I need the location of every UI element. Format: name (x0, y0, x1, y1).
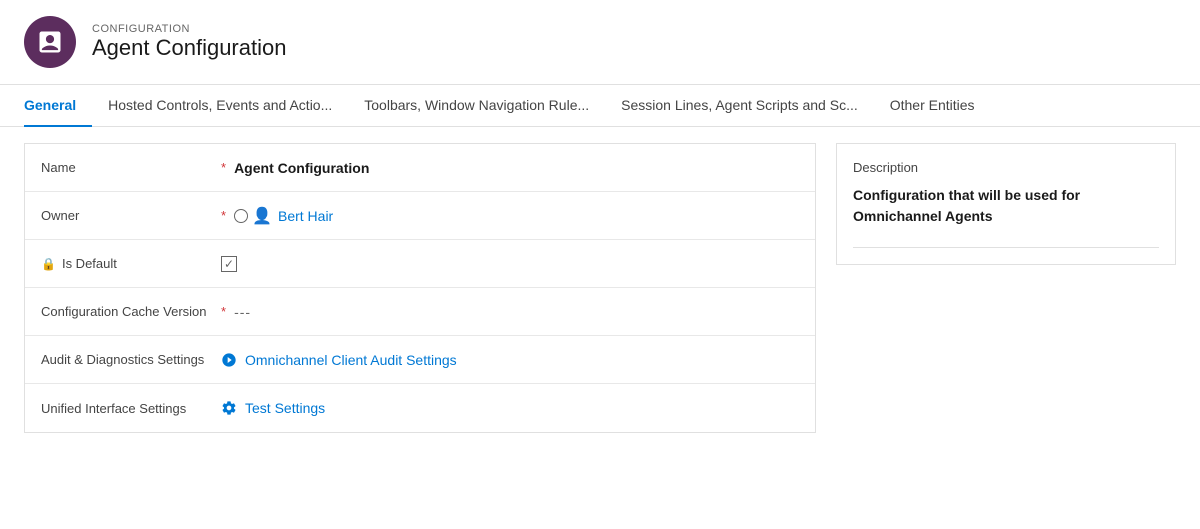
owner-value: 👤 Bert Hair (234, 206, 799, 226)
description-text: Configuration that will be used for Omni… (853, 185, 1159, 248)
is-default-checkbox[interactable]: ✓ (221, 256, 799, 272)
page-title: Agent Configuration (92, 35, 286, 61)
owner-label: Owner (41, 208, 221, 223)
unified-interface-link[interactable]: Test Settings (221, 400, 799, 416)
config-cache-row: Configuration Cache Version * --- (25, 288, 815, 336)
tab-bar: General Hosted Controls, Events and Acti… (0, 85, 1200, 127)
unified-interface-value: Test Settings (221, 400, 799, 416)
tab-session-lines[interactable]: Session Lines, Agent Scripts and Sc... (605, 85, 874, 127)
audit-link-text: Omnichannel Client Audit Settings (245, 352, 457, 368)
page-header: CONFIGURATION Agent Configuration (0, 0, 1200, 85)
name-value: Agent Configuration (234, 160, 799, 176)
audit-value: Omnichannel Client Audit Settings (221, 352, 799, 368)
is-default-value: ✓ (221, 256, 799, 272)
config-cache-required: * (221, 304, 226, 319)
owner-icons: 👤 (234, 206, 272, 226)
name-label: Name (41, 160, 221, 175)
header-label: CONFIGURATION (92, 23, 286, 35)
tab-general[interactable]: General (24, 85, 92, 127)
owner-required: * (221, 208, 226, 223)
config-cache-label: Configuration Cache Version (41, 304, 221, 319)
audit-settings-icon (221, 352, 237, 368)
owner-link[interactable]: Bert Hair (278, 208, 333, 224)
header-text-group: CONFIGURATION Agent Configuration (92, 23, 286, 61)
tab-hosted-controls[interactable]: Hosted Controls, Events and Actio... (92, 85, 348, 127)
tab-toolbars[interactable]: Toolbars, Window Navigation Rule... (348, 85, 605, 127)
is-default-row: 🔒 Is Default ✓ (25, 240, 815, 288)
owner-row: Owner * 👤 Bert Hair (25, 192, 815, 240)
circle-icon (234, 209, 248, 223)
name-row: Name * Agent Configuration (25, 144, 815, 192)
agent-config-icon (36, 28, 64, 56)
description-section: Description Configuration that will be u… (836, 143, 1176, 265)
checkbox-display: ✓ (221, 256, 237, 272)
audit-label: Audit & Diagnostics Settings (41, 352, 221, 367)
name-required: * (221, 160, 226, 175)
app-icon (24, 16, 76, 68)
config-cache-value: --- (234, 304, 799, 320)
test-settings-link-text: Test Settings (245, 400, 325, 416)
test-settings-icon (221, 400, 237, 416)
form-section: Name * Agent Configuration Owner * 👤 Ber… (24, 143, 816, 433)
audit-link[interactable]: Omnichannel Client Audit Settings (221, 352, 799, 368)
audit-row: Audit & Diagnostics Settings Omnichannel… (25, 336, 815, 384)
unified-interface-row: Unified Interface Settings Test Settings (25, 384, 815, 432)
lock-icon: 🔒 (41, 257, 56, 271)
description-label: Description (853, 160, 1159, 175)
is-default-label: 🔒 Is Default (41, 256, 221, 271)
tab-other-entities[interactable]: Other Entities (874, 85, 991, 127)
main-content: Name * Agent Configuration Owner * 👤 Ber… (0, 127, 1200, 449)
unified-interface-label: Unified Interface Settings (41, 401, 221, 416)
person-icon: 👤 (252, 206, 272, 226)
